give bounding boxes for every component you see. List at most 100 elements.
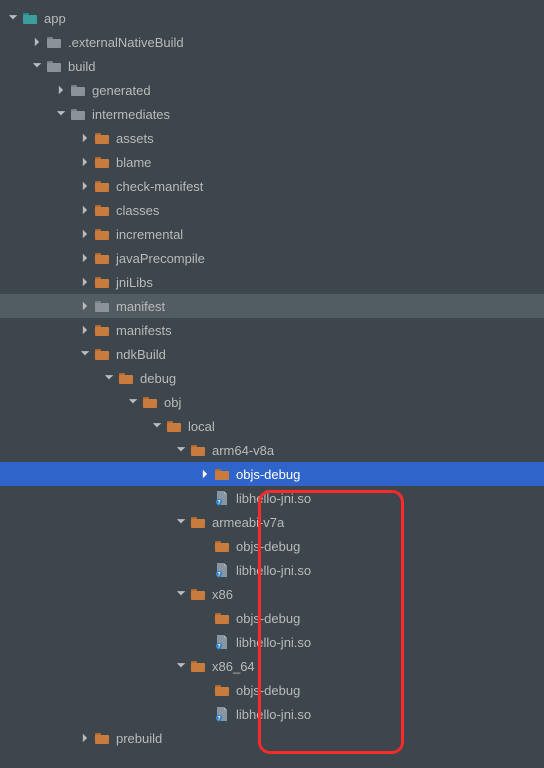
folder-icon <box>190 442 206 458</box>
folder-icon <box>46 34 62 50</box>
chevron-down-icon[interactable] <box>150 419 164 433</box>
folder-icon <box>190 586 206 602</box>
svg-text:?: ? <box>217 572 220 578</box>
module-folder-icon <box>22 10 38 26</box>
tree-row-label: javaPrecompile <box>116 251 205 266</box>
tree-row[interactable]: check-manifest <box>0 174 544 198</box>
tree-row[interactable]: generated <box>0 78 544 102</box>
folder-icon <box>214 682 230 698</box>
chevron-right-icon[interactable] <box>78 203 92 217</box>
tree-row[interactable]: classes <box>0 198 544 222</box>
tree-row[interactable]: assets <box>0 126 544 150</box>
chevron-right-icon[interactable] <box>30 35 44 49</box>
chevron-down-icon[interactable] <box>54 107 68 121</box>
tree-row[interactable]: jniLibs <box>0 270 544 294</box>
tree-row[interactable]: ? libhello-jni.so <box>0 558 544 582</box>
file-icon: ? <box>214 634 230 650</box>
tree-row[interactable]: objs-debug <box>0 678 544 702</box>
tree-row-label: local <box>188 419 215 434</box>
project-tree[interactable]: app .externalNativeBuildbuild generated int… <box>0 0 544 750</box>
tree-row[interactable]: blame <box>0 150 544 174</box>
tree-row-label: libhello-jni.so <box>236 563 311 578</box>
chevron-right-icon[interactable] <box>78 251 92 265</box>
file-icon: ? <box>214 562 230 578</box>
chevron-right-icon[interactable] <box>198 467 212 481</box>
tree-row[interactable]: app <box>0 6 544 30</box>
chevron-down-icon[interactable] <box>126 395 140 409</box>
chevron-right-icon[interactable] <box>78 179 92 193</box>
tree-row[interactable]: prebuild <box>0 726 544 750</box>
tree-row[interactable]: debug <box>0 366 544 390</box>
tree-row-label: intermediates <box>92 107 170 122</box>
folder-icon <box>70 106 86 122</box>
tree-row[interactable]: ndkBuild <box>0 342 544 366</box>
arrow-spacer <box>198 611 212 625</box>
tree-row[interactable]: obj <box>0 390 544 414</box>
tree-row-label: manifests <box>116 323 172 338</box>
tree-row[interactable]: build <box>0 54 544 78</box>
tree-row-label: objs-debug <box>236 539 300 554</box>
chevron-down-icon[interactable] <box>30 59 44 73</box>
chevron-right-icon[interactable] <box>78 731 92 745</box>
tree-row-label: obj <box>164 395 181 410</box>
folder-icon <box>94 250 110 266</box>
tree-row[interactable]: ?libhello-jni.so <box>0 486 544 510</box>
tree-row-label: armeabi-v7a <box>212 515 284 530</box>
chevron-right-icon[interactable] <box>78 299 92 313</box>
tree-row[interactable]: manifest <box>0 294 544 318</box>
tree-row-label: arm64-v8a <box>212 443 274 458</box>
chevron-right-icon[interactable] <box>78 227 92 241</box>
tree-row[interactable]: manifests <box>0 318 544 342</box>
chevron-down-icon[interactable] <box>174 587 188 601</box>
chevron-down-icon[interactable] <box>102 371 116 385</box>
tree-row-label: assets <box>116 131 154 146</box>
tree-row[interactable]: intermediates <box>0 102 544 126</box>
folder-icon <box>166 418 182 434</box>
svg-text:?: ? <box>217 716 220 722</box>
tree-row[interactable]: incremental <box>0 222 544 246</box>
folder-icon <box>94 730 110 746</box>
folder-icon <box>94 130 110 146</box>
tree-row-label: app <box>44 11 66 26</box>
tree-row[interactable]: arm64-v8a <box>0 438 544 462</box>
chevron-right-icon[interactable] <box>54 83 68 97</box>
folder-icon <box>94 154 110 170</box>
folder-icon <box>214 610 230 626</box>
chevron-down-icon[interactable] <box>174 515 188 529</box>
folder-icon <box>94 202 110 218</box>
chevron-right-icon[interactable] <box>78 323 92 337</box>
chevron-right-icon[interactable] <box>78 275 92 289</box>
tree-row[interactable]: x86_64 <box>0 654 544 678</box>
chevron-right-icon[interactable] <box>78 131 92 145</box>
tree-row-label: generated <box>92 83 151 98</box>
folder-icon <box>190 514 206 530</box>
arrow-spacer <box>198 539 212 553</box>
tree-row[interactable]: objs-debug <box>0 606 544 630</box>
tree-row-label: classes <box>116 203 159 218</box>
tree-row[interactable]: objs-debug <box>0 534 544 558</box>
arrow-spacer <box>198 707 212 721</box>
folder-icon <box>118 370 134 386</box>
tree-row[interactable]: ?libhello-jni.so <box>0 630 544 654</box>
tree-row[interactable]: local <box>0 414 544 438</box>
tree-row-label: debug <box>140 371 176 386</box>
folder-icon <box>214 538 230 554</box>
tree-row[interactable]: ?libhello-jni.so <box>0 702 544 726</box>
chevron-down-icon[interactable] <box>174 659 188 673</box>
chevron-down-icon[interactable] <box>6 11 20 25</box>
chevron-down-icon[interactable] <box>78 347 92 361</box>
tree-row[interactable]: .externalNativeBuild <box>0 30 544 54</box>
chevron-down-icon[interactable] <box>174 443 188 457</box>
tree-row[interactable]: javaPrecompile <box>0 246 544 270</box>
folder-icon <box>190 658 206 674</box>
chevron-right-icon[interactable] <box>78 155 92 169</box>
tree-row-label: objs-debug <box>236 611 300 626</box>
tree-row[interactable]: objs-debug <box>0 462 544 486</box>
arrow-spacer <box>198 683 212 697</box>
tree-row-label: prebuild <box>116 731 162 746</box>
tree-row-label: libhello-jni.so <box>236 491 311 506</box>
arrow-spacer <box>198 491 212 505</box>
tree-row-label: x86_64 <box>212 659 255 674</box>
tree-row[interactable]: x86 <box>0 582 544 606</box>
tree-row[interactable]: armeabi-v7a <box>0 510 544 534</box>
